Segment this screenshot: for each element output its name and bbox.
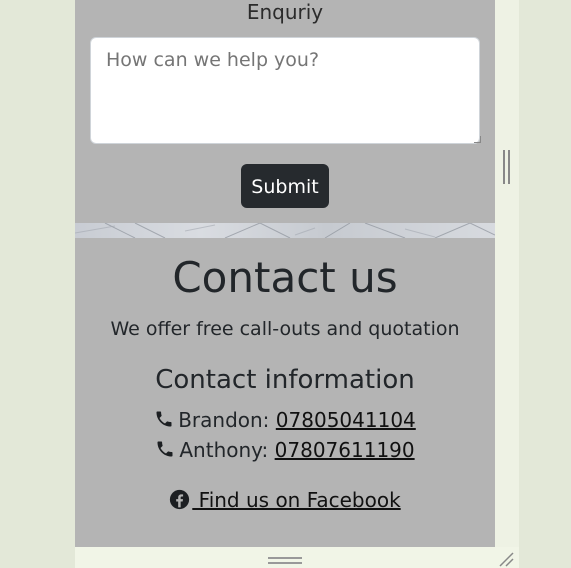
phone-row-anthony: Anthony: 07807611190 xyxy=(75,436,495,464)
facebook-link-label: Find us on Facebook xyxy=(192,488,401,512)
facebook-link[interactable]: Find us on Facebook xyxy=(169,488,401,512)
contact-info-heading: Contact information xyxy=(155,365,415,395)
contact-heading: Contact us xyxy=(172,253,398,302)
phone-row-brandon: Brandon: 07805041104 xyxy=(75,406,495,434)
enquiry-textarea[interactable] xyxy=(90,37,480,144)
facebook-icon xyxy=(170,489,190,510)
textarea-resize-grip[interactable] xyxy=(474,136,481,143)
vertical-resize-handle[interactable] xyxy=(503,150,511,184)
corner-resize-grip-icon[interactable] xyxy=(497,551,515,567)
phone-icon xyxy=(156,411,172,427)
offer-text: We offer free call-outs and quotation xyxy=(110,318,460,340)
marble-texture xyxy=(75,223,495,238)
phone-link-anthony[interactable]: 07807611190 xyxy=(275,438,415,462)
submit-button[interactable]: Submit xyxy=(241,164,329,208)
browser-viewport: Enquriy Submit Contact us We offer free … xyxy=(0,0,571,568)
phone-link-brandon[interactable]: 07805041104 xyxy=(276,408,416,432)
marble-divider xyxy=(75,223,495,238)
phone-name-label: Brandon: xyxy=(178,408,270,432)
facebook-row: Find us on Facebook xyxy=(75,486,495,514)
phone-name-label: Anthony: xyxy=(179,438,269,462)
right-gutter xyxy=(495,0,519,568)
phone-icon xyxy=(157,441,173,457)
enquiry-label: Enquriy xyxy=(246,0,324,24)
content-panel: Enquriy Submit Contact us We offer free … xyxy=(75,0,495,547)
horizontal-resize-handle[interactable] xyxy=(268,557,302,565)
